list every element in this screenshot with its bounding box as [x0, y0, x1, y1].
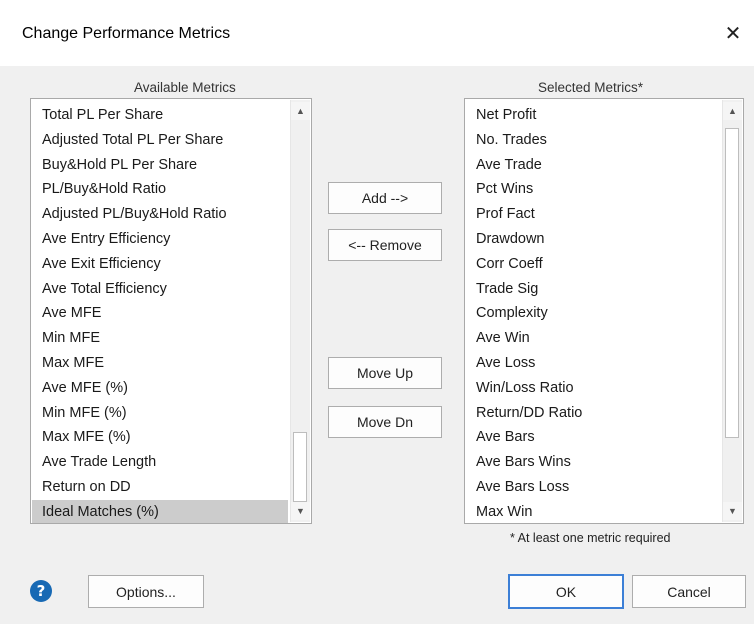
list-item[interactable]: Min MFE	[32, 326, 291, 351]
available-metrics-label: Available Metrics	[134, 80, 236, 95]
list-item[interactable]: Ave Loss	[466, 351, 723, 376]
list-item[interactable]: Ave MFE	[32, 301, 291, 326]
selected-metrics-items: Net Profit No. Trades Ave Trade Pct Wins Pro…	[466, 100, 723, 522]
ok-button[interactable]: OK	[508, 574, 624, 609]
list-item[interactable]: Trade Sig	[466, 277, 723, 302]
list-item[interactable]: Return on DD	[32, 475, 291, 500]
add-button[interactable]: Add -->	[328, 182, 442, 214]
list-item[interactable]: No. Trades	[466, 128, 723, 153]
list-item[interactable]: Ave Entry Efficiency	[32, 227, 291, 252]
list-item[interactable]: Ave Exit Efficiency	[32, 252, 291, 277]
list-item[interactable]: Prof Fact	[466, 202, 723, 227]
move-up-button[interactable]: Move Up	[328, 357, 442, 389]
list-item[interactable]: Complexity	[466, 301, 723, 326]
close-button[interactable]: ✕	[718, 18, 748, 48]
list-item[interactable]: Win/Loss Ratio	[466, 376, 723, 401]
list-item[interactable]: Ave Win	[466, 326, 723, 351]
help-icon[interactable]: ?	[30, 580, 52, 602]
scroll-thumb[interactable]	[725, 128, 739, 438]
list-item[interactable]: Ave Total Efficiency	[32, 277, 291, 302]
list-item[interactable]: Drawdown	[466, 227, 723, 252]
list-item[interactable]: Ave Bars	[466, 425, 723, 450]
list-item[interactable]: Max MFE	[32, 351, 291, 376]
list-item[interactable]: Buy&Hold PL Per Share	[32, 153, 291, 178]
scroll-up-icon[interactable]: ▲	[291, 102, 310, 120]
selected-metrics-list[interactable]: Net Profit No. Trades Ave Trade Pct Wins Pro…	[464, 98, 744, 524]
list-item[interactable]: Ave MFE (%)	[32, 376, 291, 401]
selected-scrollbar[interactable]: ▲ ▼	[722, 100, 742, 522]
list-item[interactable]: Ave Trade Length	[32, 450, 291, 475]
cancel-button[interactable]: Cancel	[632, 575, 746, 608]
required-note: * At least one metric required	[510, 531, 671, 545]
list-item[interactable]: Ave Trade	[466, 153, 723, 178]
list-item[interactable]: PL/Buy&Hold Ratio	[32, 177, 291, 202]
list-item[interactable]: Return/DD Ratio	[466, 401, 723, 426]
dialog-title: Change Performance Metrics	[22, 25, 231, 42]
scroll-thumb[interactable]	[293, 432, 307, 502]
scroll-down-icon[interactable]: ▼	[723, 502, 742, 520]
list-item[interactable]: Total PL Per Share	[32, 103, 291, 128]
remove-button[interactable]: <-- Remove	[328, 229, 442, 261]
move-down-button[interactable]: Move Dn	[328, 406, 442, 438]
available-metrics-list[interactable]: Total PL Per Share Adjusted Total PL Per …	[30, 98, 312, 524]
title-bar: Change Performance Metrics ✕	[0, 0, 754, 66]
options-button[interactable]: Options...	[88, 575, 204, 608]
list-item[interactable]: Ave Bars Loss	[466, 475, 723, 500]
list-item[interactable]: Min MFE (%)	[32, 401, 291, 426]
list-item[interactable]: Adjusted PL/Buy&Hold Ratio	[32, 202, 291, 227]
scroll-down-icon[interactable]: ▼	[291, 502, 310, 520]
list-item[interactable]: Adjusted Total PL Per Share	[32, 128, 291, 153]
selected-metrics-label: Selected Metrics*	[538, 80, 644, 95]
scroll-up-icon[interactable]: ▲	[723, 102, 742, 120]
list-item[interactable]: Ave Bars Wins	[466, 450, 723, 475]
list-item[interactable]: Max MFE (%)	[32, 425, 291, 450]
available-scrollbar[interactable]: ▲ ▼	[290, 100, 310, 522]
list-item[interactable]: Net Profit	[466, 103, 723, 128]
list-item[interactable]: Ideal Matches (%)	[32, 499, 288, 523]
list-item[interactable]: Pct Wins	[466, 177, 723, 202]
list-item[interactable]: Corr Coeff	[466, 252, 723, 277]
available-metrics-items: Total PL Per Share Adjusted Total PL Per …	[32, 100, 291, 523]
list-item[interactable]: Max Win	[466, 500, 723, 523]
